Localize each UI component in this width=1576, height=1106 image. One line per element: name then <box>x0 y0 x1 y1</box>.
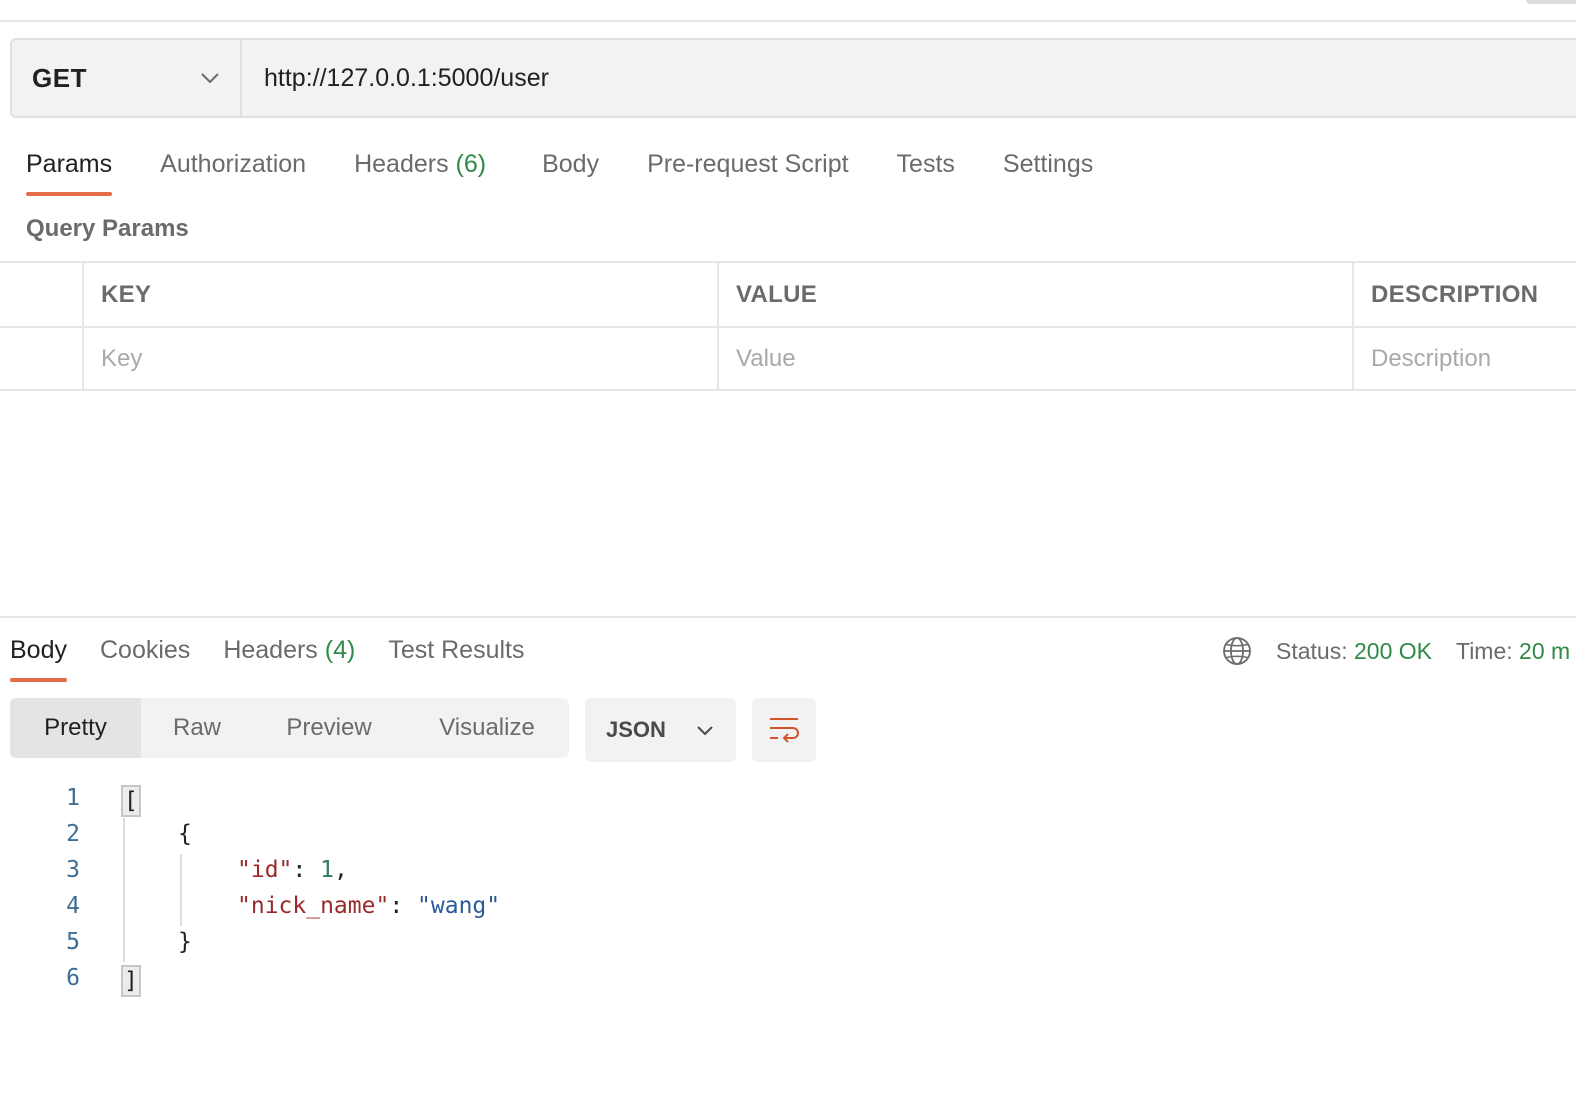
view-visualize-button[interactable]: Visualize <box>405 698 569 758</box>
tab-label: Settings <box>1002 150 1094 178</box>
tab-count: (6) <box>455 150 487 178</box>
code-line: 2 { <box>0 818 1576 854</box>
line-number: 5 <box>66 929 80 955</box>
json-key: "id" <box>237 857 293 883</box>
row-checkbox-cell <box>0 328 82 389</box>
code-line: 4 "nick_name": "wang" <box>0 890 1576 926</box>
url-bar: GET http://127.0.0.1:5000/user <box>10 38 1576 118</box>
tab-settings[interactable]: Settings <box>1003 150 1093 196</box>
chevron-down-icon <box>201 73 219 84</box>
view-pretty-button[interactable]: Pretty <box>10 698 141 758</box>
tab-pre-request-script[interactable]: Pre-request Script <box>647 150 848 196</box>
tab-params[interactable]: Params <box>26 150 113 196</box>
tab-body[interactable]: Body <box>542 150 599 196</box>
tab-count: (4) <box>324 636 356 664</box>
language-select[interactable]: JSON <box>585 698 736 762</box>
method-label: GET <box>32 62 87 93</box>
response-tab-test-results[interactable]: Test Results <box>388 636 524 682</box>
request-tabs: Params Authorization Headers (6) Body Pr… <box>26 150 1141 200</box>
top-corner-tab <box>1526 0 1576 4</box>
response-code-viewer[interactable]: 1 [ 2 { 3 "id": 1, 4 "nick_name": "wang"… <box>0 782 1576 998</box>
response-tab-headers[interactable]: Headers (4) <box>223 636 355 682</box>
code-line: 3 "id": 1, <box>0 854 1576 890</box>
json-number: 1 <box>320 857 334 883</box>
status-value[interactable]: 200 OK <box>1354 638 1432 665</box>
status-label: Status: <box>1276 637 1348 664</box>
checkbox-column <box>0 263 82 326</box>
code-text: "nick_name": "wang" <box>237 893 500 919</box>
close-brace: } <box>178 929 192 955</box>
json-key: "nick_name" <box>237 893 390 919</box>
wrap-lines-icon <box>770 718 799 743</box>
globe-icon[interactable] <box>1222 636 1252 666</box>
params-table: KEY VALUE DESCRIPTION Key Value Descript… <box>0 261 1576 391</box>
tab-label: Cookies <box>99 636 191 664</box>
code-line: 5 } <box>0 926 1576 962</box>
tab-label: Body <box>10 636 67 664</box>
open-bracket: [ <box>121 785 141 817</box>
tab-label: Headers <box>223 636 318 664</box>
tab-label: Test Results <box>388 636 525 664</box>
key-input[interactable]: Key <box>82 328 717 389</box>
top-strip <box>0 0 1576 22</box>
line-number: 2 <box>66 821 80 847</box>
description-input[interactable]: Description <box>1352 328 1576 389</box>
view-mode-segmented: Pretty Raw Preview Visualize <box>10 698 569 758</box>
wrap-lines-button[interactable] <box>752 698 816 762</box>
tab-label: Body <box>542 150 600 178</box>
chevron-down-icon <box>697 725 713 735</box>
response-status: Status: 200 OK Time: 20 m <box>1222 634 1570 668</box>
column-header-key: KEY <box>82 263 717 326</box>
tab-tests[interactable]: Tests <box>897 150 955 196</box>
params-header-row: KEY VALUE DESCRIPTION <box>0 261 1576 326</box>
tab-label: Params <box>26 150 113 178</box>
params-empty-row: Key Value Description <box>0 326 1576 391</box>
tab-headers[interactable]: Headers (6) <box>354 150 486 196</box>
tab-label: Authorization <box>160 150 307 178</box>
time-value[interactable]: 20 m <box>1519 638 1570 665</box>
column-header-value: VALUE <box>717 263 1352 326</box>
close-bracket: ] <box>121 965 141 997</box>
line-number: 4 <box>66 893 80 919</box>
time-label: Time: <box>1456 637 1513 664</box>
code-text: "id": 1, <box>237 857 348 883</box>
query-params-title: Query Params <box>26 215 189 242</box>
tab-authorization[interactable]: Authorization <box>160 150 306 196</box>
code-line: 6 ] <box>0 962 1576 998</box>
response-tab-cookies[interactable]: Cookies <box>100 636 190 682</box>
url-input[interactable]: http://127.0.0.1:5000/user <box>242 40 1576 116</box>
method-select[interactable]: GET <box>12 40 242 116</box>
response-divider[interactable] <box>0 616 1576 618</box>
view-raw-button[interactable]: Raw <box>141 698 253 758</box>
code-text: ] <box>121 965 141 997</box>
colon: : <box>389 893 418 919</box>
language-label: JSON <box>606 717 666 742</box>
line-number: 3 <box>66 857 80 883</box>
comma: , <box>333 857 348 883</box>
response-tab-body[interactable]: Body <box>10 636 67 682</box>
tab-label: Headers <box>354 150 449 178</box>
json-string: "wang" <box>417 893 501 919</box>
response-tabs: Body Cookies Headers (4) Test Results <box>10 636 558 684</box>
colon: : <box>292 857 321 883</box>
value-input[interactable]: Value <box>717 328 1352 389</box>
tab-label: Tests <box>896 150 955 178</box>
column-header-description: DESCRIPTION <box>1352 263 1576 326</box>
line-number: 6 <box>66 965 80 991</box>
open-brace: { <box>178 821 192 847</box>
line-number: 1 <box>66 785 80 811</box>
view-preview-button[interactable]: Preview <box>253 698 405 758</box>
tab-label: Pre-request Script <box>647 150 849 178</box>
code-line: 1 [ <box>0 782 1576 818</box>
code-text: [ <box>121 785 141 817</box>
